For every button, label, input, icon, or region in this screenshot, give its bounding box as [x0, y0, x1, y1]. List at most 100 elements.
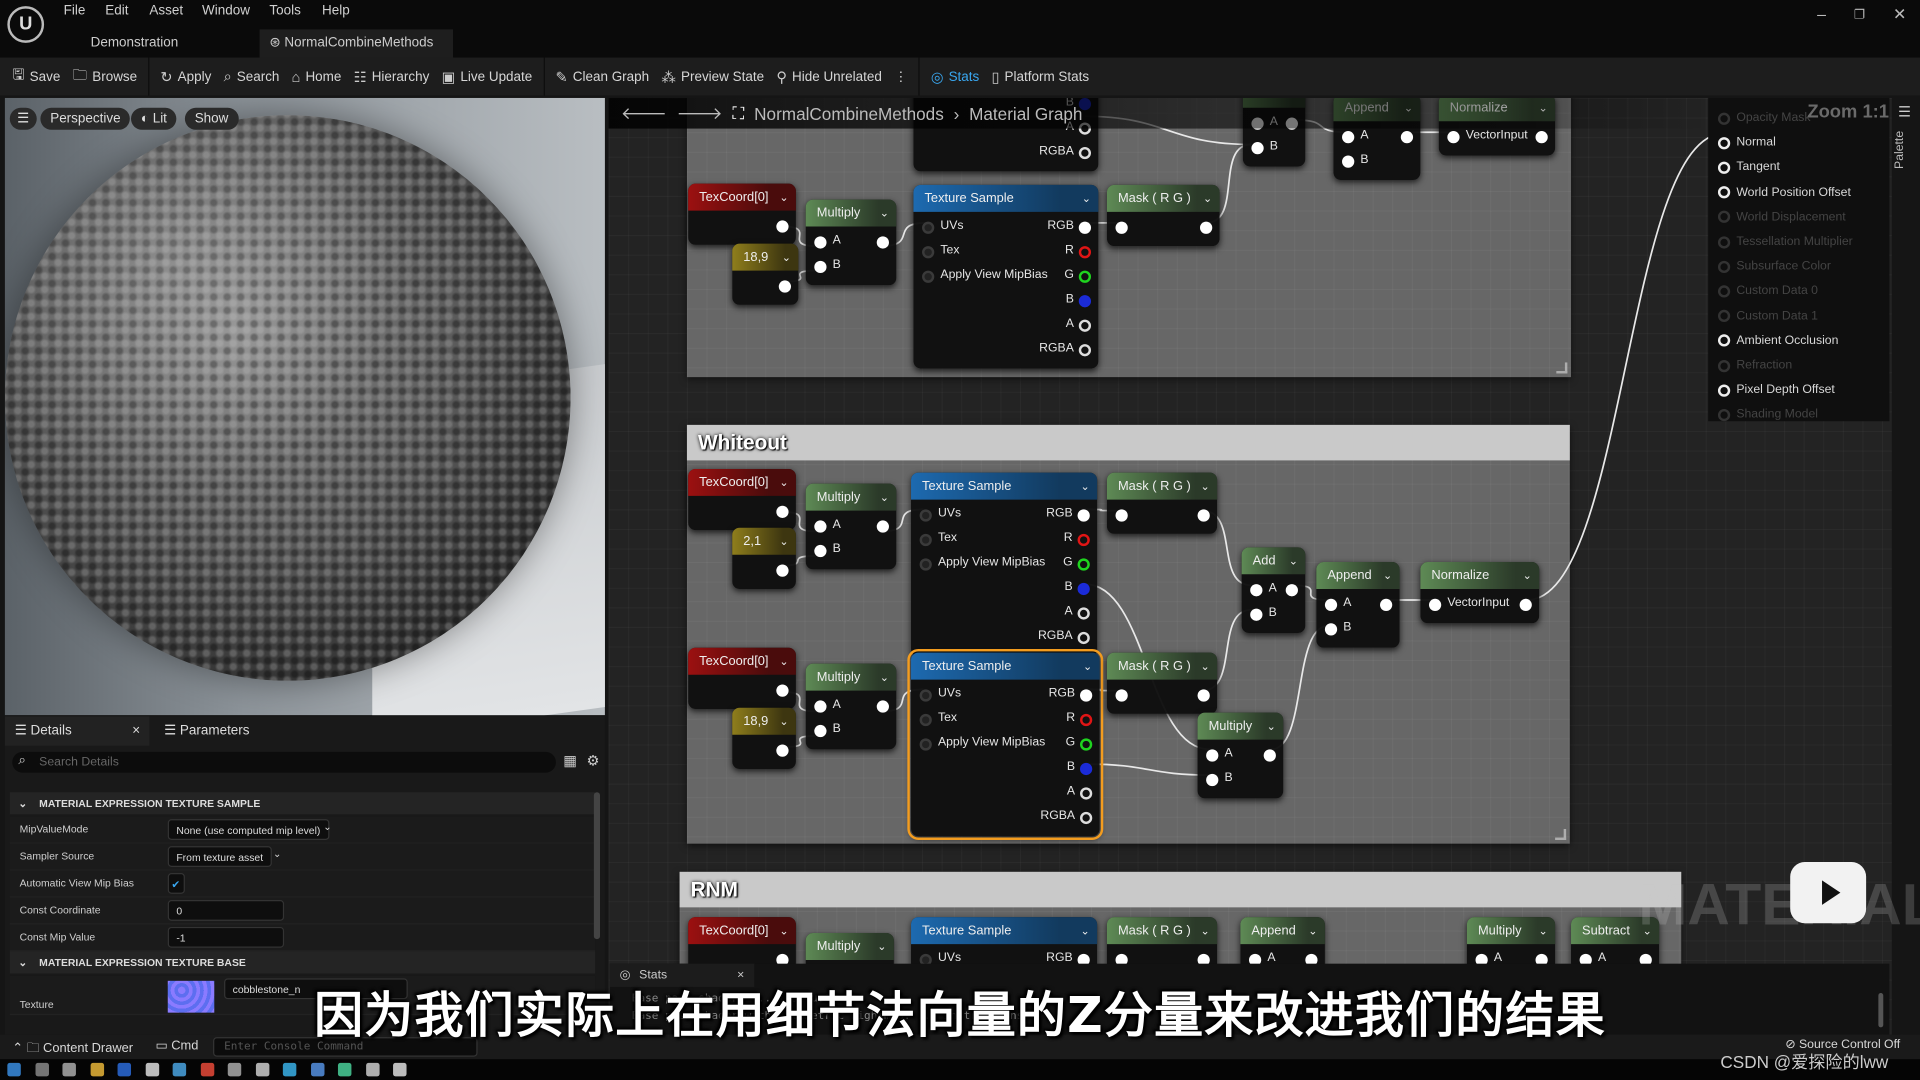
- breadcrumb-material[interactable]: NormalCombineMethods: [754, 103, 944, 123]
- output-pin[interactable]: [1263, 749, 1276, 762]
- node-header[interactable]: 2,1 ⌄: [732, 527, 796, 555]
- input-pin[interactable]: [1324, 598, 1338, 612]
- input-pin[interactable]: [1251, 142, 1264, 155]
- property-value[interactable]: From texture asset: [167, 846, 272, 867]
- result-pin-pixel-depth-offset[interactable]: Pixel Depth Offset: [1717, 383, 1835, 397]
- unreal-logo-icon[interactable]: U: [7, 6, 45, 43]
- chevron-down-icon[interactable]: ⌄: [779, 708, 788, 735]
- node-header[interactable]: Mask ( R G ) ⌄: [1106, 917, 1218, 945]
- output-pin[interactable]: [876, 236, 889, 249]
- output-pin[interactable]: [1380, 598, 1393, 612]
- node-header[interactable]: Mask ( R G ) ⌄: [1106, 652, 1218, 680]
- output-pin[interactable]: [1080, 787, 1093, 800]
- restore-button[interactable]: ❐: [1854, 9, 1865, 22]
- taskbar-app-icon[interactable]: [310, 1062, 324, 1077]
- node-header[interactable]: TexCoord[0] ⌄: [688, 468, 796, 496]
- chevron-down-icon[interactable]: ⌄: [1308, 917, 1317, 944]
- node-2-1[interactable]: 2,1 ⌄: [732, 527, 796, 589]
- chevron-down-icon[interactable]: ⌄: [1523, 562, 1532, 589]
- input-pin[interactable]: [919, 558, 932, 571]
- chevron-down-icon[interactable]: ⌄: [1201, 473, 1210, 500]
- output-pin[interactable]: [1197, 689, 1210, 702]
- node-header[interactable]: Add ⌄: [1241, 547, 1306, 575]
- details-scrollbar[interactable]: [593, 792, 601, 940]
- menu-asset[interactable]: Asset: [149, 4, 183, 19]
- result-pin-normal[interactable]: Normal: [1717, 136, 1776, 150]
- result-pin-ambient-occlusion[interactable]: Ambient Occlusion: [1717, 334, 1838, 348]
- chevron-down-icon[interactable]: ⌄: [880, 484, 889, 511]
- output-pin[interactable]: [1078, 146, 1092, 160]
- taskbar-app-icon[interactable]: [365, 1062, 379, 1077]
- output-pin[interactable]: [1080, 713, 1093, 727]
- input-pin[interactable]: [919, 533, 932, 547]
- menu-tools[interactable]: Tools: [269, 4, 300, 19]
- taskbar-app-icon[interactable]: [282, 1062, 297, 1077]
- chevron-down-icon[interactable]: ⌄: [1289, 547, 1298, 574]
- output-pin[interactable]: [1077, 509, 1090, 522]
- tab-demonstration[interactable]: Demonstration: [81, 29, 188, 57]
- output-pin[interactable]: [1078, 221, 1092, 234]
- output-pin[interactable]: [1080, 738, 1093, 751]
- chevron-down-icon[interactable]: ⌄: [779, 917, 788, 944]
- output-pin[interactable]: [876, 520, 889, 533]
- toolbar-preview-state-button[interactable]: ⁂ Preview State: [655, 58, 770, 96]
- node-header[interactable]: TexCoord[0] ⌄: [688, 647, 796, 675]
- taskbar-app-icon[interactable]: [117, 1062, 132, 1077]
- output-pin[interactable]: [1080, 811, 1093, 825]
- node-header[interactable]: Texture Sample ⌄: [911, 652, 1100, 680]
- perspective-button[interactable]: Perspective: [40, 107, 131, 130]
- output-pin[interactable]: [778, 280, 792, 293]
- taskbar-app-icon[interactable]: [200, 1062, 214, 1077]
- input-pin[interactable]: [919, 689, 932, 702]
- node-texture-sample[interactable]: Texture Sample ⌄ UVs RGB Tex R Apply View MipB…: [913, 184, 1099, 369]
- table-view-icon[interactable]: ▦: [563, 752, 577, 769]
- input-pin[interactable]: [1342, 131, 1355, 144]
- close-window-button[interactable]: ✕: [1893, 5, 1906, 25]
- result-pin-refraction[interactable]: Refraction: [1717, 359, 1792, 372]
- result-pin-custom-data-0[interactable]: Custom Data 0: [1717, 285, 1818, 298]
- property-value[interactable]: -1: [167, 926, 285, 948]
- section-header[interactable]: ⌄ MATERIAL EXPRESSION TEXTURE BASE: [9, 951, 596, 974]
- chevron-down-icon[interactable]: ⌄: [1539, 917, 1548, 944]
- toolbar-platform-stats-button[interactable]: ▯ Platform Stats: [985, 58, 1095, 96]
- input-pin[interactable]: [1428, 598, 1442, 612]
- node-header[interactable]: TexCoord[0] ⌄: [688, 917, 796, 945]
- node-texcoord-0-[interactable]: TexCoord[0] ⌄: [688, 468, 796, 531]
- toolbar-search-button[interactable]: ⌕ Search: [217, 58, 285, 96]
- input-pin[interactable]: [1250, 584, 1263, 597]
- output-pin[interactable]: [776, 564, 789, 577]
- menu-file[interactable]: File: [64, 4, 86, 19]
- node-texture-sample[interactable]: Texture Sample ⌄ UVs RGB Tex R Apply View MipB…: [907, 648, 1104, 841]
- node-18-9[interactable]: 18,9 ⌄: [732, 243, 799, 305]
- palette-tab[interactable]: Palette: [1893, 131, 1906, 169]
- taskbar-app-icon[interactable]: [337, 1062, 352, 1077]
- node-mask-r-g-[interactable]: Mask ( R G ) ⌄: [1106, 652, 1218, 714]
- input-pin[interactable]: [814, 544, 827, 558]
- node-header[interactable]: Normalize ⌄: [1420, 562, 1540, 589]
- node-header[interactable]: Append ⌄: [1316, 562, 1400, 589]
- search-details-input[interactable]: Search Details: [12, 751, 556, 773]
- output-pin[interactable]: [776, 220, 789, 233]
- node-header[interactable]: TexCoord[0] ⌄: [688, 183, 796, 211]
- node-add[interactable]: Add⌄AB: [1241, 547, 1306, 634]
- taskbar-app-icon[interactable]: [7, 1062, 21, 1077]
- input-pin[interactable]: [922, 221, 935, 234]
- menu-window[interactable]: Window: [202, 4, 250, 19]
- toolbar-apply-button[interactable]: ↻ Apply: [154, 58, 217, 96]
- toolbar-stats-button[interactable]: ◎ Stats: [925, 58, 986, 96]
- output-pin[interactable]: [1200, 221, 1213, 234]
- preview-viewport[interactable]: ☰ Perspective ◐ Lit Show ↗: [4, 97, 605, 716]
- node-18-9[interactable]: 18,9 ⌄: [732, 707, 796, 769]
- result-pin-shading-model[interactable]: Shading Model: [1717, 408, 1818, 422]
- input-pin[interactable]: [814, 236, 827, 249]
- node-append[interactable]: Append⌄AB: [1316, 562, 1400, 648]
- node-header[interactable]: Texture Sample ⌄: [911, 472, 1098, 500]
- input-pin[interactable]: [1342, 155, 1355, 168]
- node-header[interactable]: Multiply ⌄: [805, 933, 894, 961]
- back-arrow-icon[interactable]: 🡐: [621, 103, 667, 124]
- node-multiply[interactable]: Multiply ⌄ A B: [1197, 712, 1284, 799]
- tab-parameters[interactable]: ☰ Parameters: [164, 716, 249, 745]
- node-multiply[interactable]: Multiply ⌄ A B: [805, 663, 897, 750]
- taskbar-app-icon[interactable]: [90, 1062, 104, 1077]
- node-multiply[interactable]: Multiply ⌄ A B: [805, 199, 897, 286]
